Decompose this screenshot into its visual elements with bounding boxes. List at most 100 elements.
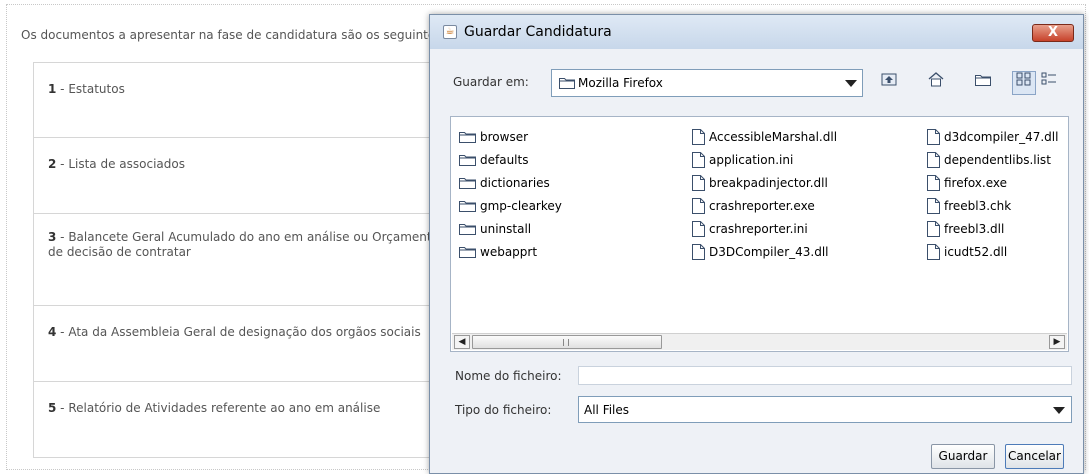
- file-item[interactable]: icudt52.dll: [927, 240, 1058, 263]
- chevron-down-icon: [1053, 407, 1065, 414]
- save-dialog: ☕ Guardar Candidatura X Guardar em: Mozi…: [429, 14, 1084, 474]
- folder-icon: [459, 155, 476, 166]
- chevron-down-icon: [845, 80, 857, 87]
- home-icon: [928, 72, 944, 87]
- list-view-button[interactable]: [1012, 71, 1036, 95]
- document-title: Balancete Geral Acumulado do ano em anál…: [68, 230, 439, 244]
- up-one-level-icon: [881, 73, 897, 86]
- folder-icon: [459, 224, 476, 235]
- folder-item[interactable]: defaults: [459, 148, 562, 171]
- document-number: 4: [48, 325, 57, 339]
- document-title: Ata da Assembleia Geral de designação do…: [68, 325, 421, 339]
- folder-icon: [459, 247, 476, 258]
- folder-item[interactable]: webapprt: [459, 240, 562, 263]
- folder-name: defaults: [480, 152, 529, 167]
- file-name: freebl3.chk: [944, 198, 1012, 213]
- up-one-level-button[interactable]: [877, 71, 901, 95]
- java-app-icon: ☕: [443, 25, 457, 39]
- file-column-2: AccessibleMarshal.dll application.ini br…: [692, 125, 837, 263]
- document-number: 5: [48, 401, 57, 415]
- folder-icon: [459, 201, 476, 212]
- file-name: icudt52.dll: [944, 244, 1008, 259]
- file-item[interactable]: crashreporter.exe: [692, 194, 837, 217]
- file-name: d3dcompiler_47.dll: [944, 129, 1059, 144]
- file-item[interactable]: application.ini: [692, 148, 837, 171]
- file-type-combo[interactable]: All Files: [578, 396, 1072, 423]
- file-item[interactable]: freebl3.dll: [927, 217, 1058, 240]
- file-item[interactable]: firefox.exe: [927, 171, 1058, 194]
- folder-name: uninstall: [480, 221, 532, 236]
- file-name: application.ini: [709, 152, 794, 167]
- file-item[interactable]: d3dcompiler_47.dll: [927, 125, 1058, 148]
- file-name: D3DCompiler_43.dll: [709, 244, 829, 259]
- close-button[interactable]: X: [1032, 24, 1074, 42]
- document-number: 3: [48, 230, 57, 244]
- dialog-titlebar[interactable]: ☕ Guardar Candidatura X: [430, 15, 1083, 49]
- file-name: firefox.exe: [944, 175, 1008, 190]
- scroll-right-arrow-icon[interactable]: ▶: [1049, 335, 1065, 349]
- page-intro: Os documentos a apresentar na fase de ca…: [21, 28, 446, 42]
- file-name-label: Nome do ficheiro:: [455, 369, 562, 383]
- horizontal-scrollbar[interactable]: ◀ ▶: [452, 333, 1067, 350]
- look-in-value: Mozilla Firefox: [578, 76, 663, 90]
- details-view-icon: [1041, 72, 1056, 85]
- look-in-label: Guardar em:: [453, 75, 529, 89]
- document-title: Relatório de Atividades referente ao ano…: [68, 401, 381, 415]
- folder-name: browser: [480, 129, 529, 144]
- file-name: AccessibleMarshal.dll: [709, 129, 838, 144]
- file-item[interactable]: freebl3.chk: [927, 194, 1058, 217]
- scroll-left-arrow-icon[interactable]: ◀: [454, 335, 470, 349]
- file-column-3: d3dcompiler_47.dll dependentlibs.list fi…: [927, 125, 1058, 263]
- file-icon: [927, 174, 940, 191]
- folder-icon: [459, 178, 476, 189]
- folder-item[interactable]: gmp-clearkey: [459, 194, 562, 217]
- file-icon: [692, 174, 705, 191]
- file-icon: [692, 128, 705, 145]
- file-icon: [927, 128, 940, 145]
- folder-item[interactable]: dictionaries: [459, 171, 562, 194]
- file-name: dependentlibs.list: [944, 152, 1051, 167]
- file-item[interactable]: AccessibleMarshal.dll: [692, 125, 837, 148]
- document-title: Estatutos: [68, 82, 125, 96]
- file-name: crashreporter.exe: [709, 198, 815, 213]
- file-item[interactable]: D3DCompiler_43.dll: [692, 240, 837, 263]
- file-name: breakpadinjector.dll: [709, 175, 828, 190]
- document-title: Lista de associados: [68, 157, 185, 171]
- save-button[interactable]: Guardar: [931, 444, 995, 469]
- list-view-icon: [1016, 72, 1031, 86]
- file-item[interactable]: breakpadinjector.dll: [692, 171, 837, 194]
- folder-icon: [559, 78, 575, 89]
- document-number: 2: [48, 157, 57, 171]
- folder-icon: [459, 132, 476, 143]
- folder-name: webapprt: [480, 244, 538, 259]
- folder-item[interactable]: browser: [459, 125, 562, 148]
- file-name: freebl3.dll: [944, 221, 1005, 236]
- cancel-button[interactable]: Cancelar: [1005, 444, 1064, 469]
- new-folder-button[interactable]: [971, 71, 995, 95]
- home-button[interactable]: [924, 71, 948, 95]
- look-in-combo[interactable]: Mozilla Firefox: [551, 69, 863, 97]
- document-number: 1: [48, 82, 57, 96]
- file-name: crashreporter.ini: [709, 221, 808, 236]
- file-icon: [692, 151, 705, 168]
- file-icon: [692, 220, 705, 237]
- folder-name: gmp-clearkey: [480, 198, 562, 213]
- grip-icon: [563, 339, 569, 346]
- new-folder-icon: [975, 75, 991, 86]
- file-type-label: Tipo do ficheiro:: [455, 403, 552, 417]
- file-icon: [927, 197, 940, 214]
- document-title-cont: de decisão de contratar: [48, 245, 191, 259]
- file-type-value: All Files: [584, 403, 630, 417]
- file-name-input[interactable]: [578, 366, 1072, 385]
- file-list[interactable]: browser defaults dictionaries gmp-cleark…: [450, 116, 1069, 352]
- scrollbar-thumb[interactable]: [472, 335, 662, 349]
- file-column-1: browser defaults dictionaries gmp-cleark…: [459, 125, 562, 263]
- file-icon: [927, 151, 940, 168]
- details-view-button[interactable]: [1037, 71, 1061, 95]
- folder-name: dictionaries: [480, 175, 550, 190]
- dialog-body: Guardar em: Mozilla Firefox browser defa…: [434, 49, 1079, 469]
- file-icon: [692, 197, 705, 214]
- file-item[interactable]: crashreporter.ini: [692, 217, 837, 240]
- file-item[interactable]: dependentlibs.list: [927, 148, 1058, 171]
- folder-item[interactable]: uninstall: [459, 217, 562, 240]
